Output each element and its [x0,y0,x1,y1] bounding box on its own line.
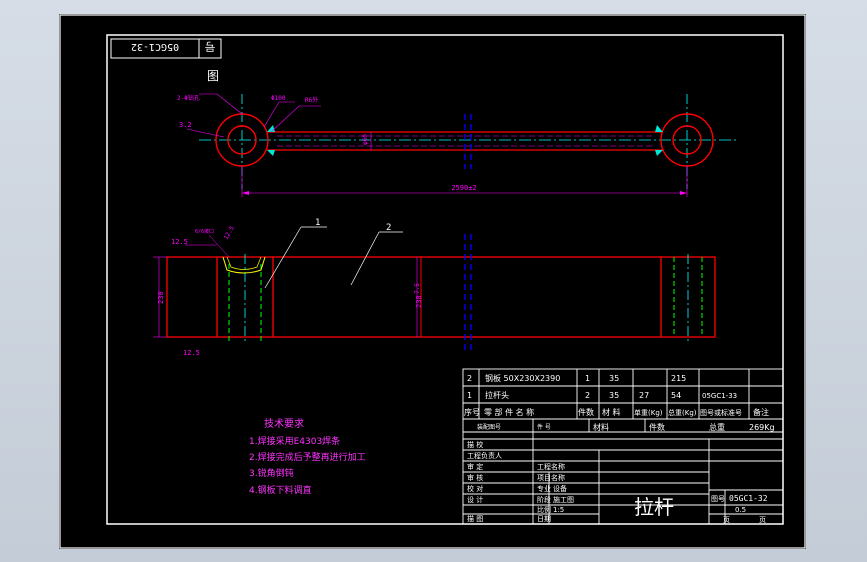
tb-drawing-no-label: 图号 [711,495,725,503]
drawing-sheet[interactable]: 05GC1-32 号 图 φ60 2-Φ钻孔 Φ100 R6外 3.2 2590… [59,14,806,549]
bom-header-seq: 序号 [464,407,480,417]
outer-border [59,14,806,549]
tb-label: 审 定 [467,462,483,471]
tb-mid-label: 比例 [537,505,551,514]
bar-width-text: φ60 [362,134,369,145]
bolt-hole-note: 2-Φ钻孔 [177,94,200,102]
height-text-mid: 230 [415,295,423,308]
tech-requirements: 技术要求 1.焊接采用E4303焊条 2.焊接完成后予整再进行加工 3.锐角倒钝… [249,417,366,496]
bom-header-std: 图号或标准号 [700,408,742,417]
bom-seq: 2 [467,374,472,383]
tb-page-right: 页 [759,516,766,524]
bom-header-name: 零 部 件 名 称 [484,407,534,417]
tech-title: 技术要求 [264,417,304,430]
tb-mid-label: 专业 [537,484,551,493]
tb-total-weight: 269Kg [749,423,775,432]
tb-mid-label: 工程名称 [537,462,565,471]
weld-groove [226,256,262,270]
tb-mid-val: 施工图 [553,495,574,504]
length-text: 2590±2 [451,184,476,192]
weld-mark [267,125,275,132]
bom-header-qty: 件数 [578,407,594,417]
tb-label: 描 图 [467,514,483,523]
bom-std: 05GC1-33 [702,392,737,400]
stamp-label-2: 图 [207,69,219,83]
bom-header-total-weight: 总重(Kg) [668,408,697,417]
cad-drawing: 05GC1-32 号 图 φ60 2-Φ钻孔 Φ100 R6外 3.2 2590… [59,14,806,549]
phi-note: Φ100 [271,95,286,102]
bom-total-weight: 215 [671,374,686,383]
tb-label: 设 计 [467,495,483,504]
bom-total-weight: 54 [671,391,681,400]
bom-material: 35 [609,374,619,383]
leader-r [270,105,321,133]
tb-assy-label: 装配图号 [477,423,501,431]
bom-qty: 2 [585,391,590,400]
leader-phi [263,101,295,128]
tb-total-weight-label: 总重 [709,422,725,432]
tb-mid-label: 阶段 [537,495,551,504]
bom-material: 35 [609,391,619,400]
top-view: φ60 2-Φ钻孔 Φ100 R6外 3.2 2590±2 [177,93,739,197]
weld-mark [267,150,275,156]
bom-unit-weight: 27 [639,391,649,400]
tb-label: 校 对 [467,484,483,493]
tb-sheet-val: 0.5 [735,506,746,514]
tb-part-name: 拉杆 [634,495,674,519]
balloon-leader-2 [350,231,380,286]
tech-item: 3.锐角倒钝 [249,467,294,479]
bom-header-unit-weight: 单重(Kg) [634,408,663,417]
arrow [242,191,249,195]
dim-12-5-bottom-text: 12.5 [183,349,200,357]
leader-bolt-hole [199,93,243,115]
arrow [680,191,687,195]
tb-qty-label: 件数 [649,422,665,432]
tb-mid-label: 项目名称 [537,473,565,482]
tb-drawing-no: 05GC1-32 [729,494,768,503]
tb-part-label: 件 号 [537,423,551,431]
bom-name: 钢板 50X230X2390 [485,373,560,383]
tb-page-left: 页 [723,516,730,524]
balloon-1: 1 [315,218,320,228]
dim-12-5-angle-text: 12.5 [223,225,236,241]
stamp-number: 05GC1-32 [131,41,179,52]
stamp-label: 号 [205,40,216,53]
tb-mid-val: 设备 [553,484,567,493]
bom-rows: 2 钢板 50X230X2390 1 35 215 1 拉杆头 2 35 27 … [464,373,769,417]
tb-mid-val: 1:5 [553,506,564,514]
bom-seq: 1 [467,391,472,400]
front-view: 230 230 7.5 12.5 12.5 12.5 6/6坡口 1 2 [153,218,716,357]
tb-label: 描 校 [467,440,483,449]
height-text: 230 [157,291,165,304]
weld-mark [655,125,663,132]
balloon-2: 2 [386,223,391,233]
bom-header-note: 备注 [753,407,769,417]
dim-12-5-top-text: 12.5 [171,238,188,246]
bom-name: 拉杆头 [485,390,509,400]
tech-item: 1.焊接采用E4303焊条 [249,435,340,447]
tb-label: 工程负责人 [467,451,502,460]
weld-size-text: 6/6坡口 [195,228,214,235]
tech-item: 2.焊接完成后予整再进行加工 [249,451,366,463]
bom-header-material: 材 料 [602,407,621,417]
weld-mark [655,150,663,156]
drawing-number-stamp: 05GC1-32 号 图 [110,38,222,83]
inner-border [106,34,784,525]
pitch-text: 7.5 [414,283,421,294]
tb-mid-label: 日期 [537,515,551,523]
tb-material-label: 材料 [593,422,609,432]
bom-qty: 1 [585,374,590,383]
tech-item: 4.钢板下料调直 [249,484,312,496]
tb-label: 审 核 [467,473,483,482]
roughness-note: 3.2 [179,121,192,129]
r-note: R6外 [305,96,318,104]
title-block-text: 装配图号 件 号 材料 件数 总重 269Kg 描 校 工程负责人 审 定 审 … [467,422,775,524]
